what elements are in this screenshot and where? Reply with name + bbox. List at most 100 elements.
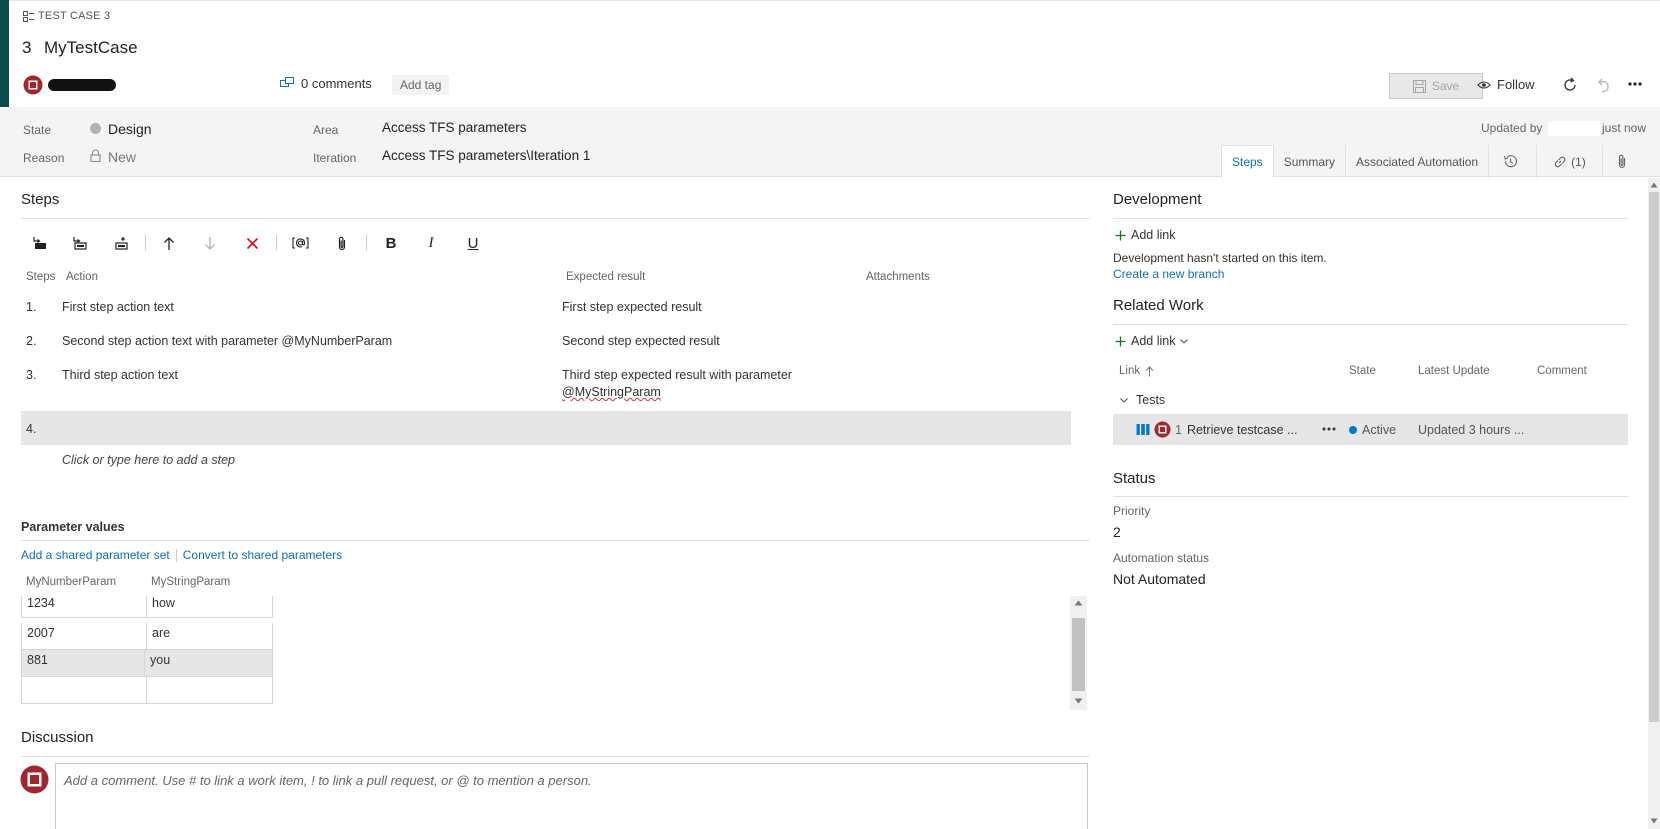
param-cell[interactable]: are xyxy=(147,623,273,650)
param-cell[interactable]: how xyxy=(147,596,273,618)
delete-step-icon[interactable] xyxy=(241,233,263,253)
tab-steps[interactable]: Steps xyxy=(1221,145,1274,178)
step-expected-result[interactable]: Third step expected result with paramete… xyxy=(562,367,792,384)
step-expected-result-parameter[interactable]: @MyStringParam xyxy=(562,384,661,401)
refresh-icon[interactable] xyxy=(1562,77,1578,93)
param-cell[interactable] xyxy=(147,677,273,704)
scroll-down-arrow-icon[interactable] xyxy=(1074,698,1083,704)
assigned-to-name-redacted[interactable] xyxy=(48,79,116,91)
comments-link[interactable]: 0 comments xyxy=(280,76,372,91)
bold-button[interactable]: B xyxy=(380,233,402,253)
development-add-link-button[interactable]: Add link xyxy=(1115,228,1175,242)
attachments-column-header: Attachments xyxy=(866,271,930,283)
insert-parameter-icon[interactable] xyxy=(289,233,311,253)
attachment-icon[interactable] xyxy=(331,233,353,253)
tests-group-label: Tests xyxy=(1136,393,1166,407)
test-case-icon xyxy=(23,10,34,22)
link-column-label: Link xyxy=(1119,365,1141,377)
scroll-up-arrow-icon[interactable] xyxy=(1074,600,1083,606)
state-column-header: State xyxy=(1349,365,1376,377)
work-item-id: 3 xyxy=(22,38,32,57)
step-action[interactable]: First step action text xyxy=(62,300,174,314)
tests-group-toggle[interactable]: Tests xyxy=(1120,393,1165,407)
development-section-title: Development xyxy=(1113,191,1202,208)
work-item-type-label: TEST CASE 3 xyxy=(23,10,110,22)
page-scrollbar-thumb[interactable] xyxy=(1649,192,1659,722)
create-shared-steps-icon[interactable] xyxy=(110,233,132,253)
save-button[interactable]: Save xyxy=(1389,73,1483,99)
linked-item-more-icon[interactable] xyxy=(1321,421,1337,437)
parameter-row: 881 you xyxy=(21,650,273,677)
toolbar-separator xyxy=(366,235,367,250)
tab-associated-automation[interactable]: Associated Automation xyxy=(1346,145,1490,178)
linked-item[interactable]: 1 Retrieve testcase ... xyxy=(1175,423,1297,437)
param-cell[interactable]: you xyxy=(145,650,273,677)
tab-history[interactable] xyxy=(1489,145,1538,178)
insert-step-icon[interactable] xyxy=(29,233,51,253)
add-tag-button[interactable]: Add tag xyxy=(392,75,450,95)
parameter-row: 2007 are xyxy=(21,623,273,650)
underline-button[interactable]: U xyxy=(462,233,484,253)
undo-icon[interactable] xyxy=(1596,77,1610,93)
param-cell[interactable]: 1234 xyxy=(21,596,147,618)
step-expected-result[interactable]: Second step expected result xyxy=(562,333,720,350)
param-cell[interactable] xyxy=(21,677,147,704)
create-branch-link[interactable]: Create a new branch xyxy=(1113,267,1224,281)
priority-value[interactable]: 2 xyxy=(1113,524,1121,540)
parameter-actions: Add a shared parameter set Convert to sh… xyxy=(21,548,342,562)
work-item-title[interactable]: MyTestCase xyxy=(44,38,138,58)
automation-status-value: Not Automated xyxy=(1113,571,1206,587)
work-item-tabs: Steps Summary Associated Automation (1) xyxy=(1221,145,1645,178)
related-work-divider xyxy=(1113,324,1628,325)
updated-time: just now xyxy=(1602,121,1647,135)
add-step-hint[interactable]: Click or type here to add a step xyxy=(62,453,235,467)
status-section-title: Status xyxy=(1113,470,1156,487)
parameter-scrollbar-thumb[interactable] xyxy=(1072,618,1085,691)
param-cell[interactable]: 2007 xyxy=(21,623,147,650)
assigned-to-avatar[interactable] xyxy=(23,75,43,95)
action-column-header: Action xyxy=(66,271,98,283)
links-count: (1) xyxy=(1571,154,1586,169)
chevron-down-icon xyxy=(1120,397,1128,403)
iteration-label: Iteration xyxy=(313,151,357,165)
step-expected-result[interactable]: First step expected result xyxy=(562,299,702,316)
param-column-header: MyStringParam xyxy=(151,576,231,588)
related-add-link-button[interactable]: Add link xyxy=(1115,334,1189,348)
tab-summary[interactable]: Summary xyxy=(1274,145,1347,178)
more-actions-icon[interactable] xyxy=(1627,76,1643,92)
italic-button[interactable]: I xyxy=(420,233,442,253)
follow-button[interactable]: Follow xyxy=(1477,77,1535,92)
follow-label: Follow xyxy=(1497,77,1535,92)
new-step-row[interactable] xyxy=(21,411,1071,445)
parameters-divider xyxy=(21,540,1090,541)
comments-count: 0 comments xyxy=(301,76,372,91)
convert-to-shared-parameters-link[interactable]: Convert to shared parameters xyxy=(183,548,342,562)
area-value[interactable]: Access TFS parameters xyxy=(382,120,527,135)
updated-by-name-redacted xyxy=(1548,121,1600,136)
expected-column-header: Expected result xyxy=(566,271,646,283)
param-cell[interactable]: 881 xyxy=(21,650,146,677)
scroll-down-arrow-icon[interactable] xyxy=(1650,818,1658,824)
move-step-up-icon[interactable] xyxy=(158,233,180,253)
scroll-up-arrow-icon[interactable] xyxy=(1650,182,1658,188)
development-divider xyxy=(1113,218,1628,219)
link-column-header[interactable]: Link xyxy=(1119,365,1154,377)
insert-shared-steps-icon[interactable] xyxy=(69,233,91,253)
step-action[interactable]: Second step action text with parameter @… xyxy=(62,334,392,348)
iteration-value[interactable]: Access TFS parameters\Iteration 1 xyxy=(382,148,590,163)
add-shared-parameter-set-link[interactable]: Add a shared parameter set xyxy=(21,548,170,562)
lock-icon xyxy=(90,149,101,162)
parameter-grid: 1234 how 2007 are 881 you xyxy=(21,596,273,704)
automation-status-label: Automation status xyxy=(1113,551,1210,565)
comment-input[interactable]: Add a comment. Use # to link a work item… xyxy=(55,763,1088,829)
linked-item-title[interactable]: Retrieve testcase ... xyxy=(1187,423,1297,437)
state-value[interactable]: Design xyxy=(108,121,152,137)
tab-attachments[interactable] xyxy=(1603,145,1645,178)
tab-links[interactable]: (1) xyxy=(1537,145,1603,178)
latest-update-column-header: Latest Update xyxy=(1418,365,1490,377)
plus-icon xyxy=(1115,336,1126,347)
move-step-down-icon[interactable] xyxy=(199,233,221,253)
step-action[interactable]: Third step action text xyxy=(62,368,178,382)
state-indicator-dot xyxy=(90,123,101,134)
parameter-values-title: Parameter values xyxy=(21,520,125,534)
